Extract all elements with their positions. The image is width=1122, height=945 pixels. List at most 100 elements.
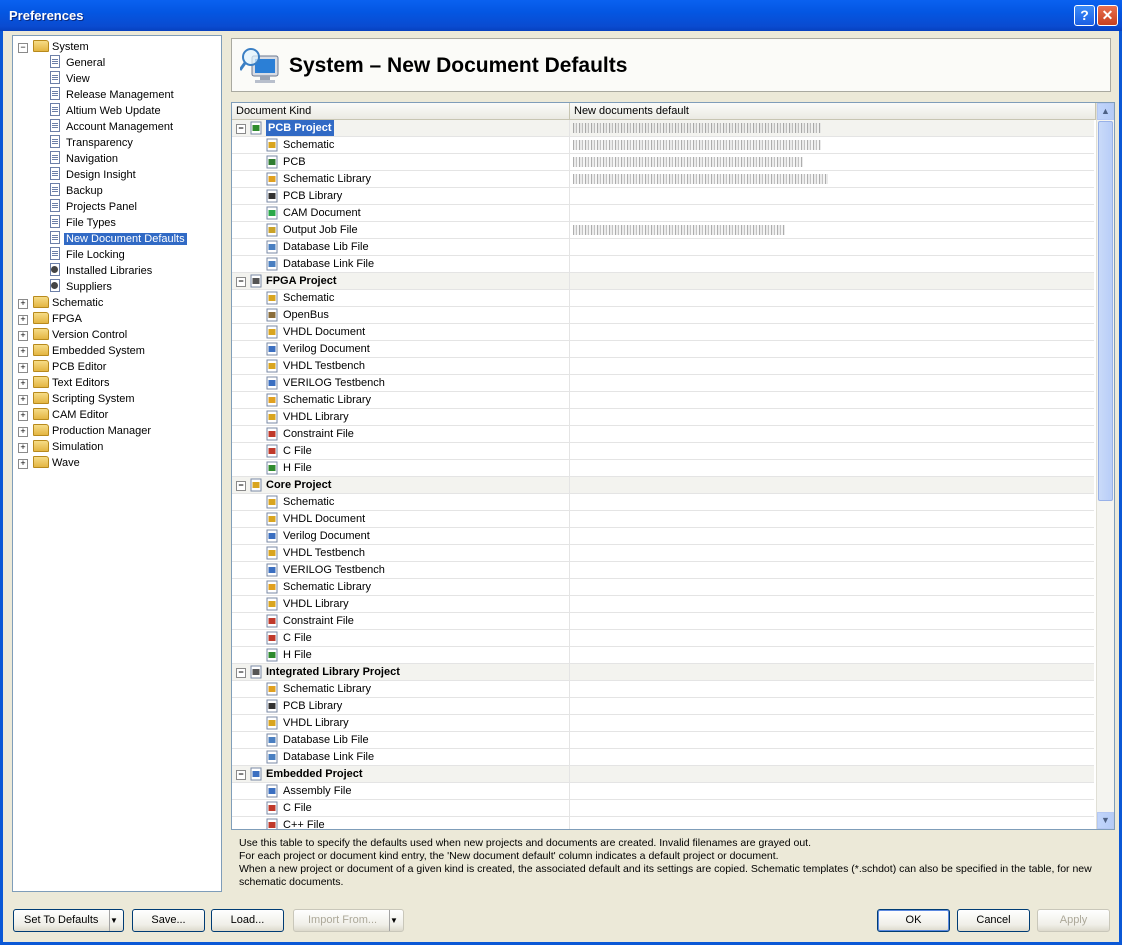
default-path-cell[interactable]	[570, 681, 1094, 697]
default-path-cell[interactable]	[570, 307, 1094, 323]
cancel-button[interactable]: Cancel	[957, 909, 1030, 932]
collapse-icon[interactable]: −	[236, 668, 246, 678]
default-path-cell[interactable]	[570, 630, 1094, 646]
document-kind-cell[interactable]: C File	[232, 443, 570, 459]
default-path-cell[interactable]	[570, 137, 1094, 153]
default-path-cell[interactable]	[570, 613, 1094, 629]
document-kind-cell[interactable]: Output Job File	[232, 222, 570, 238]
document-kind-cell[interactable]: Schematic Library	[232, 579, 570, 595]
document-kind-cell[interactable]: VERILOG Testbench	[232, 562, 570, 578]
document-kind-cell[interactable]: Assembly File	[232, 783, 570, 799]
document-kind-cell[interactable]: Schematic Library	[232, 681, 570, 697]
document-kind-cell[interactable]: C File	[232, 630, 570, 646]
tree-item[interactable]: + Schematic	[18, 295, 105, 311]
document-kind-cell[interactable]: H File	[232, 460, 570, 476]
tree-item[interactable]: Installed Libraries	[48, 263, 154, 279]
tree-item[interactable]: + Wave	[18, 455, 82, 471]
document-kind-cell[interactable]: VHDL Library	[232, 715, 570, 731]
document-kind-cell[interactable]: VHDL Testbench	[232, 358, 570, 374]
document-kind-cell[interactable]: − Core Project	[232, 477, 570, 493]
vertical-scrollbar[interactable]: ▲ ▼	[1096, 103, 1114, 829]
tree-item[interactable]: New Document Defaults	[48, 231, 187, 247]
default-path-cell[interactable]	[570, 596, 1094, 612]
tree-item[interactable]: Suppliers	[48, 279, 114, 295]
default-path-cell[interactable]	[570, 154, 1094, 170]
tree-item[interactable]: Navigation	[48, 151, 120, 167]
close-button[interactable]: ✕	[1097, 5, 1118, 26]
tree-item[interactable]: File Locking	[48, 247, 127, 263]
ok-button[interactable]: OK	[877, 909, 950, 932]
tree-item[interactable]: + Scripting System	[18, 391, 137, 407]
document-kind-cell[interactable]: Verilog Document	[232, 341, 570, 357]
document-kind-cell[interactable]: Constraint File	[232, 426, 570, 442]
default-path-cell[interactable]	[570, 477, 1094, 493]
document-row[interactable]: Schematic Library	[232, 681, 1094, 698]
document-row[interactable]: Constraint File	[232, 613, 1094, 630]
document-kind-cell[interactable]: PCB Library	[232, 188, 570, 204]
expand-icon[interactable]: +	[18, 395, 28, 405]
tree-item[interactable]: − System	[18, 39, 91, 55]
expand-icon[interactable]: +	[18, 347, 28, 357]
document-kind-cell[interactable]: Schematic	[232, 290, 570, 306]
document-kind-cell[interactable]: Schematic Library	[232, 171, 570, 187]
tree-item[interactable]: Altium Web Update	[48, 103, 163, 119]
document-row[interactable]: VHDL Library	[232, 596, 1094, 613]
default-path-cell[interactable]	[570, 494, 1094, 510]
tree-item[interactable]: Transparency	[48, 135, 135, 151]
document-kind-cell[interactable]: CAM Document	[232, 205, 570, 221]
expand-icon[interactable]: +	[18, 363, 28, 373]
tree-item[interactable]: + Production Manager	[18, 423, 153, 439]
scroll-thumb[interactable]	[1098, 121, 1113, 501]
tree-item[interactable]: Backup	[48, 183, 105, 199]
expand-icon[interactable]: +	[18, 379, 28, 389]
document-kind-cell[interactable]: VHDL Library	[232, 409, 570, 425]
expand-icon[interactable]: +	[18, 299, 28, 309]
document-kind-cell[interactable]: VHDL Library	[232, 596, 570, 612]
document-row[interactable]: VHDL Library	[232, 409, 1094, 426]
expand-icon[interactable]: +	[18, 443, 28, 453]
collapse-icon[interactable]: −	[236, 770, 246, 780]
collapse-icon[interactable]: −	[236, 481, 246, 491]
tree-item[interactable]: File Types	[48, 215, 118, 231]
default-path-cell[interactable]	[570, 783, 1094, 799]
document-kind-cell[interactable]: PCB	[232, 154, 570, 170]
default-path-cell[interactable]	[570, 579, 1094, 595]
default-path-cell[interactable]	[570, 732, 1094, 748]
document-row[interactable]: H File	[232, 647, 1094, 664]
default-path-cell[interactable]	[570, 817, 1094, 829]
document-defaults-grid[interactable]: Document Kind New documents default − PCB…	[231, 102, 1115, 830]
document-row[interactable]: C File	[232, 800, 1094, 817]
default-path-cell[interactable]	[570, 120, 1094, 136]
expand-icon[interactable]: +	[18, 427, 28, 437]
document-kind-cell[interactable]: Database Link File	[232, 256, 570, 272]
dropdown-arrow-icon[interactable]: ▼	[109, 910, 123, 931]
default-path-cell[interactable]	[570, 800, 1094, 816]
document-kind-cell[interactable]: − Integrated Library Project	[232, 664, 570, 680]
expand-icon[interactable]: +	[18, 459, 28, 469]
default-path-cell[interactable]	[570, 749, 1094, 765]
document-row[interactable]: Database Link File	[232, 749, 1094, 766]
document-row[interactable]: Schematic	[232, 290, 1094, 307]
expand-icon[interactable]: +	[18, 315, 28, 325]
default-path-cell[interactable]	[570, 443, 1094, 459]
save-button[interactable]: Save...	[132, 909, 205, 932]
tree-item[interactable]: + Version Control	[18, 327, 129, 343]
apply-button[interactable]: Apply	[1037, 909, 1110, 932]
document-row[interactable]: Output Job File	[232, 222, 1094, 239]
document-row[interactable]: Verilog Document	[232, 528, 1094, 545]
document-row[interactable]: C File	[232, 630, 1094, 647]
document-kind-cell[interactable]: C File	[232, 800, 570, 816]
document-kind-cell[interactable]: H File	[232, 647, 570, 663]
document-kind-cell[interactable]: Constraint File	[232, 613, 570, 629]
project-row[interactable]: − Integrated Library Project	[232, 664, 1094, 681]
project-row[interactable]: − FPGA Project	[232, 273, 1094, 290]
tree-item[interactable]: Design Insight	[48, 167, 138, 183]
document-row[interactable]: Database Lib File	[232, 239, 1094, 256]
tree-item[interactable]: + Text Editors	[18, 375, 111, 391]
document-row[interactable]: Assembly File	[232, 783, 1094, 800]
help-button[interactable]: ?	[1074, 5, 1095, 26]
default-path-cell[interactable]	[570, 698, 1094, 714]
project-row[interactable]: − Core Project	[232, 477, 1094, 494]
dropdown-arrow-icon[interactable]: ▼	[389, 910, 403, 931]
document-kind-cell[interactable]: Schematic	[232, 494, 570, 510]
